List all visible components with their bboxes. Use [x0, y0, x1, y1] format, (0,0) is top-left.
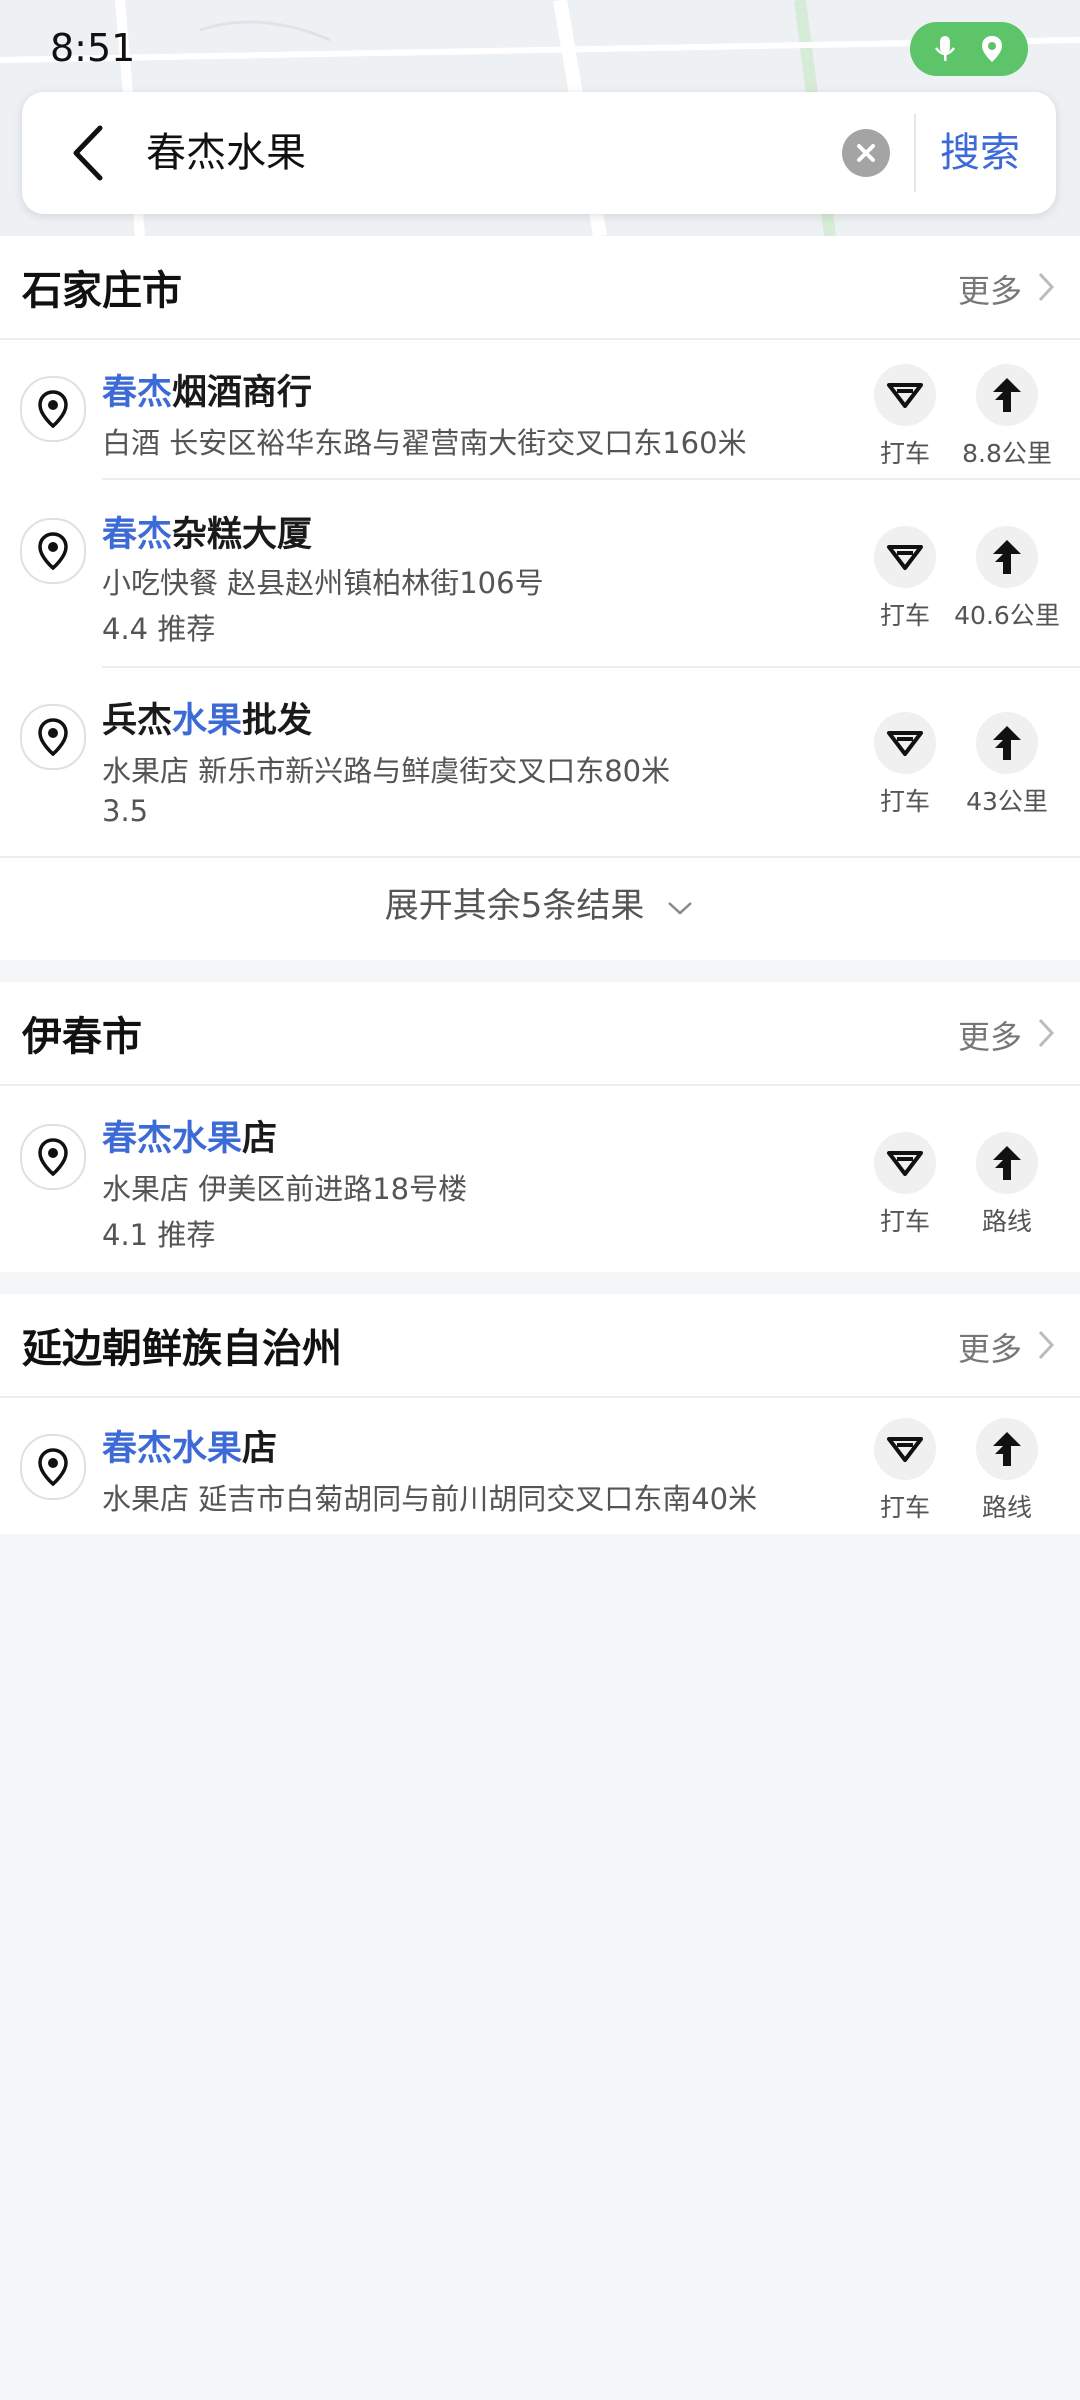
section-header: 延边朝鲜族自治州 更多: [0, 1294, 1080, 1398]
section-header: 伊春市 更多: [0, 982, 1080, 1086]
taxi-icon: [887, 545, 923, 570]
poi-title: 春杰烟酒商行: [102, 364, 312, 415]
title-highlight: 水果: [172, 701, 243, 741]
poi-subtitle: 小吃快餐 赵县赵州镇柏林街106号: [102, 566, 544, 600]
taxi-button[interactable]: [874, 364, 936, 426]
route-label: 路线: [981, 1493, 1032, 1522]
route-arrow-icon: [993, 1432, 1021, 1466]
list-item[interactable]: 春杰水果店 水果店 延吉市白菊胡同与前川胡同交叉口东南40米 打车 路线: [0, 1398, 1080, 1534]
title-highlight: 春杰: [102, 515, 173, 555]
title-rest: 杂糕大厦: [172, 515, 313, 555]
section-header: 石家庄市 更多: [0, 236, 1080, 340]
taxi-icon: [887, 1151, 923, 1176]
route-arrow-icon: [993, 540, 1021, 574]
taxi-icon: [887, 1437, 923, 1462]
poi-title: 春杰水果店: [102, 1110, 277, 1161]
poi-pin: [20, 1124, 86, 1190]
more-link[interactable]: 更多: [958, 266, 1022, 312]
title-highlight: 春杰: [102, 373, 173, 413]
city-name: 伊春市: [22, 1014, 142, 1060]
poi-title: 春杰杂糕大厦: [102, 506, 312, 557]
search-button[interactable]: 搜索: [940, 122, 1020, 184]
poi-rating: 4.1 推荐: [102, 1218, 216, 1252]
map-pin-icon: [38, 1138, 68, 1177]
title-highlight: 春杰水果: [102, 1119, 243, 1159]
taxi-icon: [887, 383, 923, 408]
search-bar: 搜索: [22, 92, 1056, 214]
poi-rating: 3.5: [102, 794, 149, 828]
route-label: 8.8公里: [962, 439, 1052, 468]
back-arrow-icon: [73, 125, 103, 181]
search-input[interactable]: [146, 122, 846, 184]
status-indicator-pill: [910, 22, 1028, 76]
taxi-button[interactable]: [874, 712, 936, 774]
poi-subtitle: 水果店 新乐市新兴路与鲜虞街交叉口东80米: [102, 754, 671, 788]
clear-search-button[interactable]: [842, 129, 890, 177]
route-arrow-icon: [993, 1146, 1021, 1180]
route-button[interactable]: [976, 1418, 1038, 1480]
title-highlight: 春杰水果: [102, 1429, 243, 1469]
list-item[interactable]: 春杰杂糕大厦 小吃快餐 赵县赵州镇柏林街106号 4.4 推荐 打车 40.6公…: [0, 480, 1080, 668]
searchbar-divider: [914, 114, 916, 192]
title-rest: 烟酒商行: [172, 373, 313, 413]
poi-pin: [20, 376, 86, 442]
city-section-yichun: 伊春市 更多 春杰水果店 水果店 伊美区前进路18号楼 4.1 推荐 打车 路线: [0, 982, 1080, 1272]
route-arrow-icon: [993, 378, 1021, 412]
route-arrow-icon: [993, 726, 1021, 760]
poi-title: 兵杰水果批发: [102, 692, 312, 743]
route-label: 路线: [981, 1207, 1032, 1236]
poi-pin: [20, 518, 86, 584]
chevron-down-icon: [668, 901, 693, 915]
poi-title: 春杰水果店: [102, 1420, 277, 1471]
route-button[interactable]: [976, 712, 1038, 774]
expand-results-button[interactable]: 展开其余5条结果: [0, 878, 1080, 927]
poi-subtitle: 水果店 延吉市白菊胡同与前川胡同交叉口东南40米: [102, 1482, 758, 1516]
title-rest: 店: [242, 1119, 278, 1159]
close-icon: [857, 144, 875, 162]
back-button[interactable]: [60, 120, 124, 186]
map-pin-icon: [38, 718, 68, 757]
title-prefix: 兵杰: [102, 701, 173, 741]
poi-rating: 4.4 推荐: [102, 612, 216, 646]
route-label: 40.6公里: [954, 601, 1060, 630]
list-item[interactable]: 春杰烟酒商行 白酒 长安区裕华东路与翟营南大街交叉口东160米 打车 8.8公里: [0, 340, 1080, 480]
city-section-shijiazhuang: 石家庄市 更多 春杰烟酒商行 白酒 长安区裕华东路与翟营南大街交叉口东160米 …: [0, 236, 1080, 960]
chevron-right-icon: [1038, 1018, 1055, 1048]
chevron-right-icon: [1038, 1330, 1055, 1360]
route-button[interactable]: [976, 364, 1038, 426]
poi-pin: [20, 704, 86, 770]
taxi-button[interactable]: [874, 526, 936, 588]
list-item[interactable]: 春杰水果店 水果店 伊美区前进路18号楼 4.1 推荐 打车 路线: [0, 1086, 1080, 1272]
city-section-yanbian: 延边朝鲜族自治州 更多 春杰水果店 水果店 延吉市白菊胡同与前川胡同交叉口东南4…: [0, 1294, 1080, 1534]
chevron-right-icon: [1038, 272, 1055, 302]
map-pin-icon: [38, 390, 68, 429]
city-name: 延边朝鲜族自治州: [22, 1326, 342, 1372]
taxi-button[interactable]: [874, 1132, 936, 1194]
poi-subtitle: 水果店 伊美区前进路18号楼: [102, 1172, 468, 1206]
location-icon: [982, 36, 1002, 62]
expand-results-label: 展开其余5条结果: [384, 886, 645, 926]
poi-pin: [20, 1434, 86, 1500]
title-rest: 店: [242, 1429, 278, 1469]
more-link[interactable]: 更多: [958, 1012, 1022, 1058]
map-pin-icon: [38, 532, 68, 571]
poi-subtitle: 白酒 长安区裕华东路与翟营南大街交叉口东160米: [102, 426, 747, 460]
city-name: 石家庄市: [22, 268, 182, 314]
route-button[interactable]: [976, 1132, 1038, 1194]
taxi-button[interactable]: [874, 1418, 936, 1480]
map-pin-icon: [38, 1448, 68, 1487]
divider: [0, 856, 1080, 858]
taxi-icon: [887, 731, 923, 756]
status-time: 8:51: [50, 26, 136, 70]
list-item[interactable]: 兵杰水果批发 水果店 新乐市新兴路与鲜虞街交叉口东80米 3.5 打车 43公里: [0, 668, 1080, 858]
route-button[interactable]: [976, 526, 1038, 588]
title-rest: 批发: [242, 701, 313, 741]
microphone-icon: [935, 36, 955, 61]
more-link[interactable]: 更多: [958, 1324, 1022, 1370]
route-label: 43公里: [966, 787, 1048, 816]
